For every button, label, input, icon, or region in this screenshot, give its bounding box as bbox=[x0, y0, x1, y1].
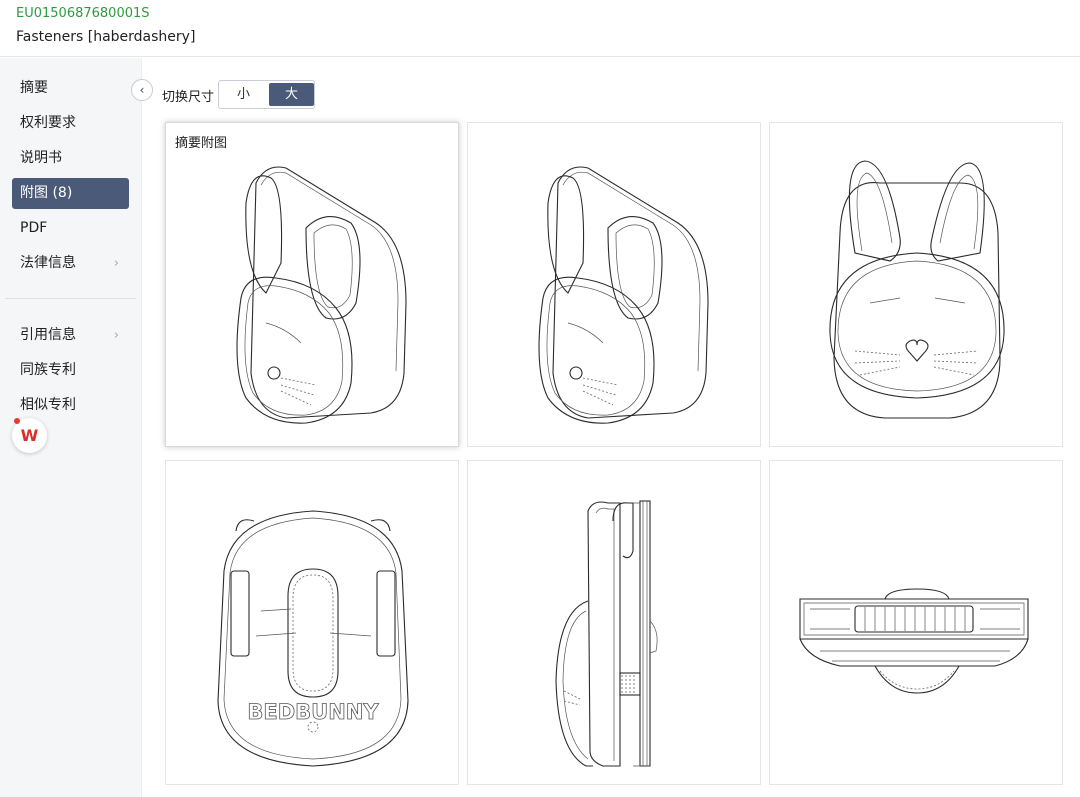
notification-dot bbox=[14, 418, 20, 424]
chevron-right-icon: › bbox=[113, 256, 119, 271]
sidebar-divider bbox=[5, 298, 136, 299]
figure-thumbnail[interactable]: BEDBUNNY bbox=[165, 460, 459, 785]
sidebar-item-label: 法律信息 bbox=[20, 255, 76, 271]
sidebar-item-label: 说明书 bbox=[20, 150, 62, 166]
sidebar-item-pdf[interactable]: PDF bbox=[12, 213, 129, 244]
bunny-perspective-drawing-icon bbox=[538, 166, 709, 424]
size-toggle: 小 大 bbox=[218, 80, 315, 109]
sidebar-item-label: 权利要求 bbox=[20, 115, 76, 131]
sidebar-item-description[interactable]: 说明书 bbox=[12, 143, 129, 174]
sidebar-item-label: 引用信息 bbox=[20, 327, 76, 343]
figure-thumbnail[interactable]: 摘要附图 bbox=[165, 122, 459, 447]
sidebar-item-family-patents[interactable]: 同族专利 bbox=[12, 355, 129, 386]
chevron-right-icon: › bbox=[113, 328, 119, 343]
sidebar-item-drawings[interactable]: 附图 (8) bbox=[12, 178, 129, 209]
document-title: Fasteners [haberdashery] bbox=[16, 29, 196, 45]
sidebar-item-label: 同族专利 bbox=[20, 362, 76, 378]
size-large-option[interactable]: 大 bbox=[269, 83, 314, 106]
wps-app-badge[interactable]: W bbox=[12, 418, 47, 453]
figure-thumbnail[interactable] bbox=[769, 460, 1063, 785]
sidebar-item-claims[interactable]: 权利要求 bbox=[12, 108, 129, 139]
bunny-side-view-drawing-icon bbox=[555, 500, 658, 767]
sidebar-item-label: 摘要 bbox=[20, 80, 48, 96]
sidebar-item-citations[interactable]: 引用信息 › bbox=[12, 320, 129, 351]
figure-thumbnail[interactable] bbox=[769, 122, 1063, 447]
collapse-sidebar-button[interactable]: ‹ bbox=[131, 79, 153, 101]
bunny-back-view-drawing-icon: BEDBUNNY bbox=[217, 510, 409, 767]
sidebar-item-legal-info[interactable]: 法律信息 › bbox=[12, 248, 129, 279]
sidebar-item-label: 附图 (8) bbox=[20, 185, 73, 201]
size-small-option[interactable]: 小 bbox=[221, 83, 266, 106]
figure-thumbnail[interactable] bbox=[467, 460, 761, 785]
size-toggle-label: 切换尺寸 bbox=[162, 90, 215, 105]
publication-number[interactable]: EU0150687680001S bbox=[16, 6, 150, 21]
bunny-perspective-drawing-icon bbox=[236, 166, 407, 424]
bunny-front-view-drawing-icon bbox=[829, 160, 1005, 419]
figure-thumbnail[interactable] bbox=[467, 122, 761, 447]
sidebar-item-similar-patents[interactable]: 相似专利 bbox=[12, 390, 129, 421]
bedbunny-logo-text: BEDBUNNY bbox=[247, 700, 379, 724]
sidebar-item-label: PDF bbox=[20, 220, 48, 236]
sidebar-item-abstract[interactable]: 摘要 bbox=[12, 73, 129, 104]
bunny-top-view-drawing-icon bbox=[799, 588, 1029, 694]
document-header: EU0150687680001S Fasteners [haberdashery… bbox=[0, 0, 1080, 57]
sidebar-item-label: 相似专利 bbox=[20, 397, 76, 413]
